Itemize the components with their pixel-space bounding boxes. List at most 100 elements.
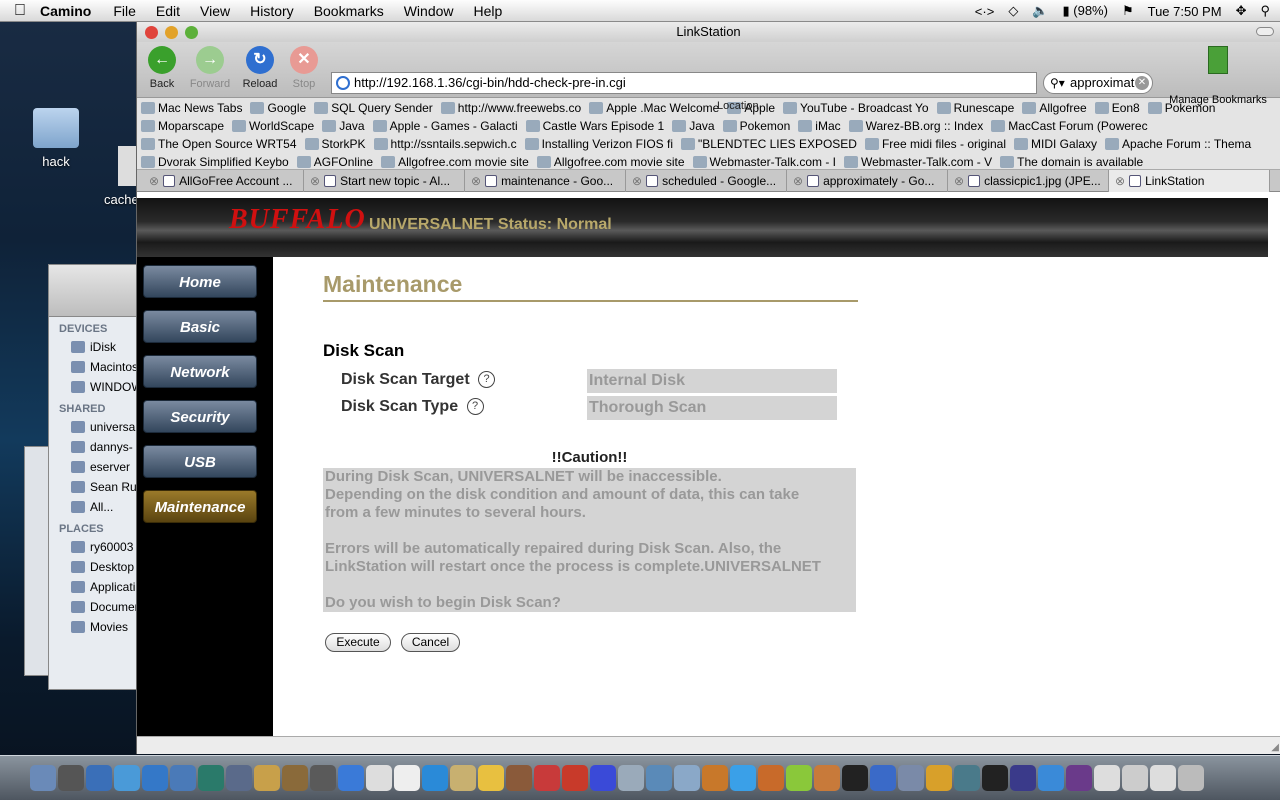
dock-app-icon[interactable]	[394, 765, 420, 791]
close-tab-icon[interactable]: ⊗	[1115, 170, 1125, 192]
bookmark-item[interactable]: Apache Forum :: Thema	[1105, 135, 1251, 153]
browser-tab[interactable]: ⊗ classicpic1.jpg (JPE...	[948, 170, 1109, 192]
dock-app-icon[interactable]	[842, 765, 868, 791]
dock-app-icon[interactable]	[562, 765, 588, 791]
dock-app-icon[interactable]	[1122, 765, 1148, 791]
dock-app-icon[interactable]	[814, 765, 840, 791]
sidebar-item-documents[interactable]: Documen	[49, 597, 147, 617]
sidebar-item-idisk[interactable]: iDisk	[49, 337, 147, 357]
bookmark-item[interactable]: Free midi files - original	[864, 135, 1006, 153]
nav-security[interactable]: Security	[143, 400, 257, 433]
dock-app-icon[interactable]	[338, 765, 364, 791]
menu-view[interactable]: View	[200, 3, 230, 19]
bookmark-item[interactable]: Apple .Mac Welcome	[589, 99, 719, 117]
dock-app-icon[interactable]	[86, 765, 112, 791]
menu-history[interactable]: History	[250, 3, 294, 19]
close-window-icon[interactable]	[145, 26, 158, 39]
forward-button[interactable]: → Forward	[185, 46, 235, 90]
bookmark-item[interactable]: Installing Verizon FIOS fi	[524, 135, 673, 153]
minimize-window-icon[interactable]	[165, 26, 178, 39]
menu-window[interactable]: Window	[404, 3, 454, 19]
browser-tab[interactable]: ⊗ maintenance - Goo...	[465, 170, 626, 192]
bookmark-item[interactable]: Pokemon	[722, 117, 790, 135]
bookmark-item[interactable]: Webmaster-Talk.com - V	[844, 153, 992, 171]
bookmark-item[interactable]: Castle Wars Episode 1	[525, 117, 664, 135]
search-field[interactable]: ⚲▾ approximat ✕	[1043, 72, 1153, 94]
resize-grip-icon[interactable]: ◢	[1271, 742, 1279, 753]
bookmark-item[interactable]: WorldScape	[232, 117, 314, 135]
dock-app-icon[interactable]	[226, 765, 252, 791]
nav-usb[interactable]: USB	[143, 445, 257, 478]
browser-tab[interactable]: ⊗ Start new topic - Al...	[304, 170, 465, 192]
menu-bookmarks[interactable]: Bookmarks	[314, 3, 384, 19]
back-button[interactable]: ← Back	[137, 46, 187, 90]
dock-app-icon[interactable]	[898, 765, 924, 791]
dock-app-icon[interactable]	[478, 765, 504, 791]
bookmark-item[interactable]: Java	[672, 117, 715, 135]
close-tab-icon[interactable]: ⊗	[471, 170, 481, 192]
dock-app-icon[interactable]	[310, 765, 336, 791]
dock-app-icon[interactable]	[982, 765, 1008, 791]
manage-bookmarks-button[interactable]: Manage Bookmarks	[1163, 46, 1273, 106]
script-icon[interactable]: <·>	[975, 4, 995, 19]
dock-app-icon[interactable]	[142, 765, 168, 791]
dock-app-icon[interactable]	[702, 765, 728, 791]
dock-app-icon[interactable]	[30, 765, 56, 791]
close-tab-icon[interactable]: ⊗	[793, 170, 803, 192]
clear-search-icon[interactable]: ✕	[1135, 76, 1149, 90]
dock-app-icon[interactable]	[366, 765, 392, 791]
bookmark-item[interactable]: Eon8	[1094, 99, 1140, 117]
bookmark-item[interactable]: YouTube - Broadcast Yo	[783, 99, 929, 117]
execute-button[interactable]: Execute	[325, 633, 391, 652]
sidebar-item-shared-all[interactable]: All...	[49, 497, 147, 517]
bookmark-item[interactable]: Apple - Games - Galacti	[372, 117, 518, 135]
close-tab-icon[interactable]: ⊗	[632, 170, 642, 192]
bookmark-item[interactable]: AGFOnline	[296, 153, 373, 171]
nav-basic[interactable]: Basic	[143, 310, 257, 343]
sidebar-item-movies[interactable]: Movies	[49, 617, 147, 637]
toolbar-toggle-icon[interactable]	[1256, 27, 1274, 36]
dock-app-icon[interactable]	[954, 765, 980, 791]
bookmark-item[interactable]: Warez-BB.org :: Index	[848, 117, 983, 135]
cancel-button[interactable]: Cancel	[401, 633, 460, 652]
sidebar-item-applications[interactable]: Applicati	[49, 577, 147, 597]
reload-button[interactable]: ↻ Reload	[235, 46, 285, 90]
sidebar-item-macintosh[interactable]: Macintos	[49, 357, 147, 377]
dock-app-icon[interactable]	[1178, 765, 1204, 791]
dock-app-icon[interactable]	[590, 765, 616, 791]
dock-app-icon[interactable]	[758, 765, 784, 791]
bookmark-item[interactable]: Runescape	[936, 99, 1014, 117]
nav-home[interactable]: Home	[143, 265, 257, 298]
dock-app-icon[interactable]	[58, 765, 84, 791]
volume-icon[interactable]: 🔈	[1032, 3, 1048, 19]
browser-tab[interactable]: ⊗ approximately - Go...	[787, 170, 948, 192]
bookmark-item[interactable]: Allgofree.com movie site	[536, 153, 685, 171]
dock-app-icon[interactable]	[506, 765, 532, 791]
menu-help[interactable]: Help	[474, 3, 503, 19]
dock-app-icon[interactable]	[1010, 765, 1036, 791]
bookmark-item[interactable]: Java	[322, 117, 365, 135]
dock-app-icon[interactable]	[114, 765, 140, 791]
sidebar-item-shared-2[interactable]: dannys-	[49, 437, 147, 457]
bookmark-item[interactable]: http://ssntails.sepwich.c	[373, 135, 517, 153]
zoom-window-icon[interactable]	[185, 26, 198, 39]
url-field[interactable]: http://192.168.1.36/cgi-bin/hdd-check-pr…	[331, 72, 1037, 94]
clock[interactable]: Tue 7:50 PM	[1148, 4, 1222, 19]
dock-app-icon[interactable]	[254, 765, 280, 791]
flag-icon[interactable]: ⚑	[1122, 3, 1134, 19]
browser-tab[interactable]: ⊗ AllGoFree Account ...	[143, 170, 304, 192]
nav-network[interactable]: Network	[143, 355, 257, 388]
dock-app-icon[interactable]	[1038, 765, 1064, 791]
bookmark-item[interactable]: The domain is available	[1000, 153, 1143, 171]
battery-status[interactable]: ▮ (98%)	[1063, 3, 1108, 19]
bookmark-item[interactable]: Webmaster-Talk.com - I	[692, 153, 836, 171]
bookmark-item[interactable]: Moparscape	[141, 117, 224, 135]
sidebar-item-shared-3[interactable]: eserver	[49, 457, 147, 477]
app-menu[interactable]: Camino	[40, 3, 91, 19]
bookmark-item[interactable]: Allgofree.com movie site	[381, 153, 529, 171]
bookmark-item[interactable]: Google	[250, 99, 306, 117]
nav-maintenance[interactable]: Maintenance	[143, 490, 257, 523]
desktop-folder-hack[interactable]: hack	[30, 108, 82, 169]
dock-app-icon[interactable]	[870, 765, 896, 791]
dock-app-icon[interactable]	[926, 765, 952, 791]
